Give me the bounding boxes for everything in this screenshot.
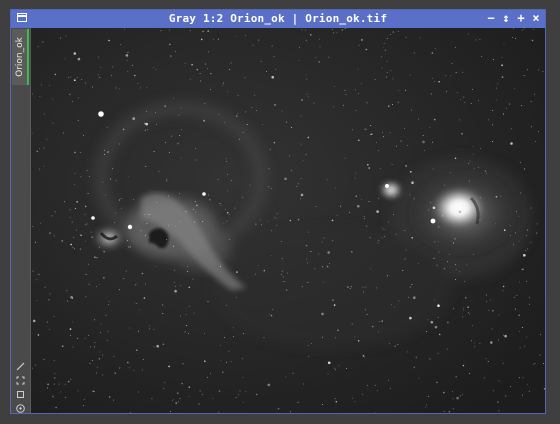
- minimize-button[interactable]: −: [485, 11, 497, 25]
- view-tab-orion-ok[interactable]: Orion_ok: [12, 29, 29, 85]
- close-button[interactable]: ×: [530, 11, 542, 25]
- shade-button[interactable]: ↕: [500, 11, 512, 25]
- title-bar[interactable]: Gray 1:2 Orion_ok | Orion_ok.tif − ↕ + ×: [11, 10, 545, 28]
- image-window: Gray 1:2 Orion_ok | Orion_ok.tif − ↕ + ×…: [10, 9, 546, 414]
- view-tab-label: Orion_ok: [14, 37, 25, 77]
- contract-icon[interactable]: [15, 389, 26, 400]
- target-icon[interactable]: [15, 403, 26, 414]
- pencil-icon[interactable]: [15, 361, 26, 372]
- maximize-button[interactable]: +: [515, 11, 527, 25]
- image-viewport[interactable]: [31, 28, 545, 413]
- view-sidebar: Orion_ok: [11, 28, 31, 413]
- window-title: Gray 1:2 Orion_ok | Orion_ok.tif: [168, 12, 388, 25]
- expand-icon[interactable]: [15, 375, 26, 386]
- astro-image: [31, 28, 545, 413]
